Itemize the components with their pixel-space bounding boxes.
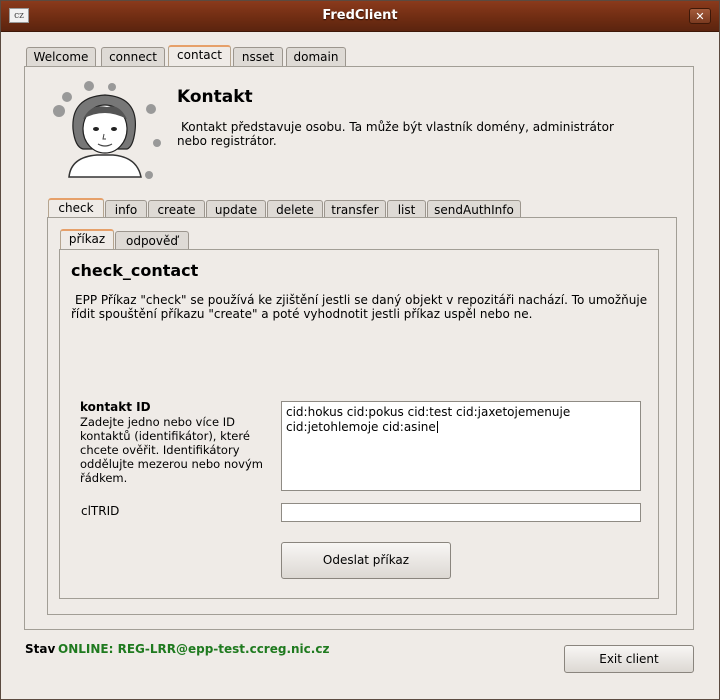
- cltrid-label: clTRID: [81, 504, 120, 518]
- tab-prikaz[interactable]: příkaz: [60, 229, 114, 251]
- tab-odpoved[interactable]: odpověď: [115, 231, 189, 251]
- contact-avatar-icon: [53, 81, 161, 179]
- status-value: ONLINE: REG-LRR@epp-test.ccreg.nic.cz: [58, 642, 330, 656]
- section-description: Kontakt představuje osobu. Ta může být v…: [177, 120, 614, 148]
- tab-welcome[interactable]: Welcome: [26, 47, 96, 67]
- section-title: Kontakt: [177, 87, 253, 107]
- contact-id-label: kontakt ID: [80, 400, 151, 414]
- status-label: Stav: [25, 642, 56, 656]
- title-bar[interactable]: cz FredClient ✕: [1, 1, 719, 32]
- close-button[interactable]: ✕: [689, 8, 711, 24]
- contact-id-help: Zadejte jedno nebo více ID kontaktů (ide…: [80, 415, 263, 485]
- tab-domain[interactable]: domain: [286, 47, 346, 67]
- app-window: cz FredClient ✕ Welcome connect contact …: [0, 0, 720, 700]
- tab-nsset[interactable]: nsset: [233, 47, 283, 67]
- cltrid-input[interactable]: [281, 503, 641, 522]
- tab-contact[interactable]: contact: [168, 45, 231, 67]
- command-title: check_contact: [71, 261, 199, 280]
- window-title: FredClient: [322, 8, 398, 23]
- tab-connect[interactable]: connect: [101, 47, 165, 67]
- submit-command-button[interactable]: Odeslat příkaz: [281, 542, 451, 579]
- command-description: EPP Příkaz "check" se používá ke zjištěn…: [71, 293, 648, 321]
- exit-client-button[interactable]: Exit client: [564, 645, 694, 673]
- contact-id-input[interactable]: cid:hokus cid:pokus cid:test cid:jaxetoj…: [281, 401, 641, 491]
- text-caret: [436, 421, 438, 433]
- contact-id-value: cid:hokus cid:pokus cid:test cid:jaxetoj…: [286, 405, 571, 434]
